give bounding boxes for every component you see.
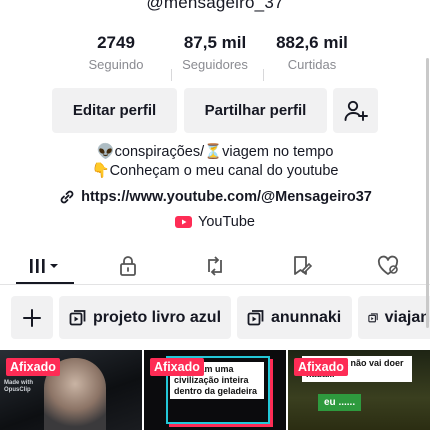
tab-saved[interactable] bbox=[282, 252, 322, 280]
youtube-label: YouTube bbox=[198, 214, 255, 230]
youtube-link[interactable]: YouTube bbox=[0, 214, 430, 230]
hourglass-emoji: ⏳ bbox=[204, 144, 223, 160]
profile-link[interactable]: https://www.youtube.com/@Mensageiro37 bbox=[0, 188, 430, 206]
bookmark-icon bbox=[294, 256, 313, 275]
pinned-badge: Afixado bbox=[6, 358, 60, 376]
video-thumbnail[interactable]: Afixado entraram uma civilização inteira… bbox=[144, 350, 286, 430]
stat-followers-label: Seguidores bbox=[182, 57, 248, 72]
link-icon bbox=[60, 190, 74, 204]
playlists-row: projeto livro azul anunnaki viajan bbox=[0, 296, 430, 340]
alien-emoji: 👽 bbox=[96, 144, 115, 160]
profile-handle: @mensageiro_37 bbox=[146, 0, 284, 12]
video-caption-2: eu ...... bbox=[318, 394, 362, 411]
repost-icon bbox=[208, 256, 222, 276]
playlist-label: anunnaki bbox=[271, 308, 342, 326]
stat-likes-label: Curtidas bbox=[287, 57, 337, 72]
playlist-icon bbox=[247, 309, 264, 325]
stat-followers[interactable]: 87,5 mil Seguidores bbox=[165, 32, 265, 73]
share-profile-label: Partilhar perfil bbox=[204, 102, 307, 119]
stat-following-label: Seguindo bbox=[88, 57, 144, 72]
pinned-badge: Afixado bbox=[294, 358, 348, 376]
youtube-icon bbox=[175, 216, 192, 228]
playlist-icon bbox=[69, 309, 86, 325]
add-friend-button[interactable] bbox=[333, 88, 378, 133]
profile-link-text: https://www.youtube.com/@Mensageiro37 bbox=[81, 189, 372, 205]
playlist-chip[interactable]: viajan bbox=[358, 296, 430, 339]
liked-heart-icon bbox=[377, 255, 399, 275]
playlist-label: viajan bbox=[384, 308, 430, 326]
bio-text-a: conspirações/ bbox=[114, 144, 205, 160]
tab-private[interactable] bbox=[108, 252, 148, 280]
tabs-divider bbox=[0, 284, 430, 285]
stat-following[interactable]: 2749 Seguindo bbox=[66, 32, 166, 73]
plus-icon bbox=[23, 308, 41, 327]
pinned-badge: Afixado bbox=[150, 358, 204, 376]
video-thumbnail[interactable]: Afixado picadinha não vai doer nada... e… bbox=[288, 350, 430, 430]
bio-line-1: 👽conspirações/⏳viagem no tempo bbox=[0, 143, 430, 160]
stat-likes-value: 882,6 mil bbox=[276, 33, 348, 52]
share-profile-button[interactable]: Partilhar perfil bbox=[184, 88, 327, 133]
point-down-emoji: 👇 bbox=[91, 163, 110, 179]
tab-liked[interactable] bbox=[368, 252, 408, 280]
add-user-icon bbox=[344, 100, 368, 121]
tab-reposts[interactable] bbox=[195, 252, 235, 280]
stat-likes[interactable]: 882,6 mil Curtidas bbox=[262, 32, 362, 73]
bio-text-c: Conheçam o meu canal do youtube bbox=[109, 163, 339, 179]
tab-videos[interactable] bbox=[24, 252, 66, 280]
stat-following-value: 2749 bbox=[97, 33, 135, 52]
profile-stats: 2749 Seguindo 87,5 mil Seguidores 882,6 … bbox=[0, 32, 430, 81]
edit-profile-button[interactable]: Editar perfil bbox=[52, 88, 177, 133]
playlist-label: projeto livro azul bbox=[93, 308, 222, 326]
playlist-icon bbox=[368, 312, 378, 322]
add-playlist-button[interactable] bbox=[11, 296, 53, 339]
lock-icon bbox=[120, 256, 136, 276]
stat-followers-value: 87,5 mil bbox=[183, 33, 247, 52]
profile-tabs bbox=[0, 248, 430, 284]
bio-line-2: 👇Conheçam o meu canal do youtube bbox=[0, 162, 430, 179]
bio-text-b: viagem no tempo bbox=[222, 144, 334, 160]
video-thumbnail[interactable]: Afixado Made with OpusClip bbox=[0, 350, 142, 430]
edit-profile-label: Editar perfil bbox=[72, 102, 157, 119]
playlist-chip[interactable]: anunnaki bbox=[237, 296, 352, 339]
video-watermark: Made with OpusClip bbox=[4, 380, 34, 393]
page-scrollbar[interactable] bbox=[426, 58, 429, 328]
playlist-chip[interactable]: projeto livro azul bbox=[59, 296, 231, 339]
videos-grid-icon bbox=[30, 259, 58, 273]
videos-grid: Afixado Made with OpusClip Afixado entra… bbox=[0, 350, 430, 430]
